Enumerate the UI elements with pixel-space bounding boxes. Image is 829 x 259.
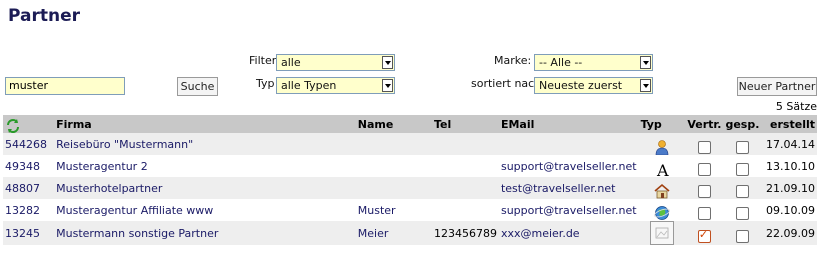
gesp-checkbox[interactable] — [735, 184, 749, 198]
gesp-cell — [723, 177, 761, 199]
name-header[interactable]: Name — [356, 115, 432, 133]
table-row[interactable]: 48807 Musterhotelpartner test@travelseller… — [3, 177, 817, 199]
erstellt-cell: 21.09.10 — [766, 181, 815, 195]
partner-id-link[interactable]: 544268 — [3, 133, 54, 155]
typ-cell — [639, 199, 686, 221]
partner-id-link[interactable]: 49348 — [3, 155, 54, 177]
typ-select-value: alle Typen — [281, 79, 337, 92]
partner-id-link[interactable]: 48807 — [3, 177, 54, 199]
typ-label: Typ — [256, 77, 275, 90]
chevron-down-icon[interactable] — [640, 79, 651, 92]
person-icon — [654, 137, 670, 155]
name-link[interactable] — [356, 133, 432, 155]
typ-cell — [639, 221, 686, 245]
firma-link[interactable]: Mustermann sonstige Partner — [54, 221, 356, 245]
vertr-cell — [685, 133, 723, 155]
email-link[interactable]: test@travelseller.net — [499, 177, 639, 199]
name-link[interactable]: Meier — [356, 221, 432, 245]
vertr-cell — [685, 221, 723, 245]
typ-cell: A — [639, 155, 686, 177]
filter-label: Filter — [249, 54, 277, 67]
chevron-down-icon[interactable] — [382, 56, 393, 69]
chevron-down-icon[interactable] — [382, 79, 393, 92]
typ-cell — [639, 177, 686, 199]
partner-id-link[interactable]: 13245 — [3, 221, 54, 245]
erstellt-cell: 09.10.09 — [766, 203, 815, 217]
partner-id-link[interactable]: 13282 — [3, 199, 54, 221]
email-link[interactable]: support@travelseller.net — [499, 199, 639, 221]
email-link[interactable]: xxx@meier.de — [499, 221, 639, 245]
search-input[interactable]: muster — [5, 77, 125, 95]
name-link[interactable] — [356, 155, 432, 177]
vertr-cell — [685, 177, 723, 199]
email-link[interactable]: support@travelseller.net — [499, 155, 639, 177]
letter-a-icon: A — [654, 159, 670, 177]
marke-select-value: -- Alle -- — [539, 56, 583, 69]
chevron-down-icon[interactable] — [640, 56, 651, 69]
erstellt-cell: 17.04.14 — [766, 137, 815, 151]
name-link[interactable]: Muster — [356, 199, 432, 221]
gesp-cell — [723, 221, 761, 245]
gesp-checkbox[interactable] — [735, 140, 749, 154]
gesp-cell — [723, 199, 761, 221]
filter-select-value: alle — [281, 56, 301, 69]
search-button[interactable]: Suche — [177, 77, 218, 96]
tel-cell — [432, 177, 499, 199]
filter-select[interactable]: alle — [276, 54, 395, 71]
partner-table: Firma Name Tel EMail Typ Vertr. gesp. er… — [3, 115, 817, 245]
new-partner-button[interactable]: Neuer Partner — [737, 77, 817, 96]
erstellt-cell: 22.09.09 — [766, 226, 815, 240]
table-row[interactable]: 544268 Reisebüro "Mustermann" 17.04.14 — [3, 133, 817, 155]
gesp-checkbox[interactable] — [735, 229, 749, 243]
gesp-checkbox[interactable] — [735, 162, 749, 176]
tel-cell: 123456789 — [433, 226, 497, 240]
vertr-checkbox[interactable] — [697, 162, 711, 176]
vertr-checkbox[interactable] — [697, 184, 711, 198]
tel-cell — [432, 133, 499, 155]
sort-select[interactable]: Neueste zuerst — [534, 77, 653, 94]
erstellt-cell: 13.10.10 — [766, 159, 815, 173]
refresh-header-cell[interactable] — [3, 115, 54, 133]
sortiert-label: sortiert nach — [471, 77, 542, 90]
marke-label: Marke: — [494, 54, 532, 67]
typ-cell — [639, 133, 686, 155]
vertr-checkbox[interactable] — [697, 206, 711, 220]
house-icon — [654, 181, 670, 199]
sort-select-value: Neueste zuerst — [539, 79, 623, 92]
vertr-checkbox[interactable] — [697, 228, 711, 243]
record-count: 5 Sätze — [775, 100, 817, 113]
gesp-header[interactable]: gesp. — [723, 115, 761, 133]
name-link[interactable] — [356, 177, 432, 199]
table-header-row: Firma Name Tel EMail Typ Vertr. gesp. er… — [3, 115, 817, 133]
typ-select[interactable]: alle Typen — [276, 77, 395, 94]
email-link[interactable] — [499, 133, 639, 155]
firma-link[interactable]: Musteragentur Affiliate www — [54, 199, 356, 221]
table-row[interactable]: 13245 Mustermann sonstige Partner Meier 123… — [3, 221, 817, 245]
svg-text:A: A — [656, 161, 669, 177]
page-title: Partner — [8, 6, 81, 26]
email-header[interactable]: EMail — [499, 115, 639, 133]
tel-cell — [432, 199, 499, 221]
globe-icon — [653, 203, 670, 220]
firma-header[interactable]: Firma — [54, 115, 356, 133]
image-thumb-icon — [649, 221, 674, 245]
refresh-icon[interactable] — [5, 118, 21, 134]
gesp-checkbox[interactable] — [735, 206, 749, 220]
firma-link[interactable]: Reisebüro "Mustermann" — [54, 133, 356, 155]
typ-header[interactable]: Typ — [639, 115, 686, 133]
vertr-header[interactable]: Vertr. — [685, 115, 723, 133]
vertr-cell — [685, 199, 723, 221]
table-row[interactable]: 13282 Musteragentur Affiliate www Muster su… — [3, 199, 817, 221]
erstellt-header[interactable]: erstellt — [761, 115, 817, 133]
firma-link[interactable]: Musteragentur 2 — [54, 155, 356, 177]
table-row[interactable]: 49348 Musteragentur 2 support@travelseller… — [3, 155, 817, 177]
firma-link[interactable]: Musterhotelpartner — [54, 177, 356, 199]
vertr-cell — [685, 155, 723, 177]
tel-cell — [432, 155, 499, 177]
marke-select[interactable]: -- Alle -- — [534, 54, 653, 71]
gesp-cell — [723, 133, 761, 155]
vertr-checkbox[interactable] — [697, 140, 711, 154]
gesp-cell — [723, 155, 761, 177]
tel-header[interactable]: Tel — [432, 115, 499, 133]
